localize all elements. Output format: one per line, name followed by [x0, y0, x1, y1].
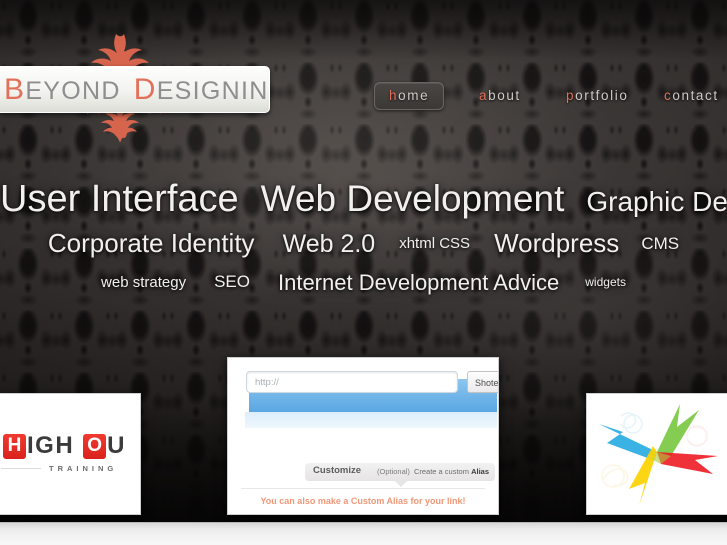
page-root: BEYOND DESIGNING home about portfolio con…	[0, 0, 727, 545]
logo-wordmark: H IGH O U	[3, 432, 127, 460]
services-tag-cloud: User Interface Web Development Graphic Des…	[0, 178, 727, 308]
nav-item-contact[interactable]: contact	[664, 82, 719, 110]
logo-subtitle: TRAINING	[49, 464, 118, 473]
logo-rest-eyond: EYOND	[25, 76, 121, 105]
background-top-fade	[0, 0, 727, 60]
tag-graphic-design[interactable]: Graphic Design	[586, 186, 727, 218]
custom-alias-note: You can also make a Custom Alias for you…	[260, 496, 466, 506]
site-logo[interactable]: BEYOND DESIGNING	[0, 66, 270, 113]
tag-user-interface[interactable]: User Interface	[0, 178, 239, 221]
nav-item-portfolio[interactable]: portfolio	[566, 82, 628, 110]
tag-cms[interactable]: CMS	[641, 234, 679, 254]
tag-cloud-row-3: web strategy SEO Internet Development Advi…	[0, 270, 727, 296]
tag-wordpress[interactable]: Wordpress	[494, 228, 619, 259]
create-alias-prefix: Create a custom	[413, 467, 472, 476]
url-input-field[interactable]: http://	[246, 371, 458, 393]
nav-about-rest: bout	[488, 88, 521, 103]
logo-cap-b: B	[4, 72, 26, 106]
customize-caret-icon	[395, 481, 407, 487]
tag-web-development[interactable]: Web Development	[261, 178, 565, 220]
tag-web-strategy[interactable]: web strategy	[101, 274, 186, 291]
logo-cap-d: D	[133, 72, 157, 106]
footer-strip	[0, 522, 727, 545]
nav-item-about[interactable]: about	[479, 82, 521, 110]
logo-letter-box-h: H	[3, 433, 26, 459]
customize-optional: (Optional)	[377, 467, 410, 476]
tag-widgets[interactable]: widgets	[585, 275, 626, 289]
shortener-divider	[241, 488, 485, 489]
nav-item-home[interactable]: home	[374, 82, 445, 110]
colorful-pinwheel-logo	[587, 394, 727, 514]
logo-rest-esigning: ESIGNING	[156, 76, 269, 105]
high-output-training-logo: H IGH O U TRAINING	[0, 394, 140, 514]
customize-label: Customize	[313, 465, 362, 476]
shortener-blue-subheader	[245, 412, 497, 428]
tag-xhtml-css[interactable]: xhtml CSS	[399, 235, 470, 252]
nav-home-cap: h	[389, 88, 399, 103]
create-alias-hint: Create a custom Alias	[414, 467, 489, 476]
nav-contact-rest: ontact	[672, 88, 719, 103]
customize-panel[interactable]: Customize (Optional) Create a custom Ali…	[305, 463, 495, 481]
logo-rule	[1, 468, 41, 469]
logo-letter-box-o: O	[83, 433, 107, 459]
pinwheel-icon	[599, 404, 718, 506]
tag-web-20[interactable]: Web 2.0	[283, 230, 376, 259]
nav-home-rest: ome	[398, 88, 430, 103]
url-shortener-screenshot: http:// Shoten Customize (Optional) Crea…	[235, 365, 498, 507]
tag-seo[interactable]: SEO	[214, 272, 250, 292]
shorten-button[interactable]: Shoten	[467, 371, 498, 393]
create-alias-strong: Alias	[471, 467, 489, 476]
tag-corporate-identity[interactable]: Corporate Identity	[48, 228, 255, 259]
logo-letters-u: U	[107, 432, 127, 459]
portfolio-thumbnail-right[interactable]	[586, 393, 727, 515]
nav-portfolio-cap: p	[566, 88, 576, 103]
tag-cloud-row-2: Corporate Identity Web 2.0 xhtml CSS Wordpr…	[0, 228, 727, 259]
tag-internet-development-advice[interactable]: Internet Development Advice	[278, 270, 559, 296]
site-logo-text: BEYOND DESIGNING	[0, 72, 269, 106]
logo-letters-igh: IGH	[27, 432, 75, 459]
portfolio-thumbnail-center[interactable]: http:// Shoten Customize (Optional) Crea…	[227, 357, 499, 515]
main-navigation[interactable]: home about portfolio contact	[374, 82, 722, 110]
nav-about-cap: a	[479, 88, 489, 103]
nav-portfolio-rest: ortfolio	[575, 88, 629, 103]
portfolio-thumbnail-left[interactable]: H IGH O U TRAINING	[0, 393, 141, 515]
tag-cloud-row-1: User Interface Web Development Graphic Des…	[0, 178, 727, 221]
